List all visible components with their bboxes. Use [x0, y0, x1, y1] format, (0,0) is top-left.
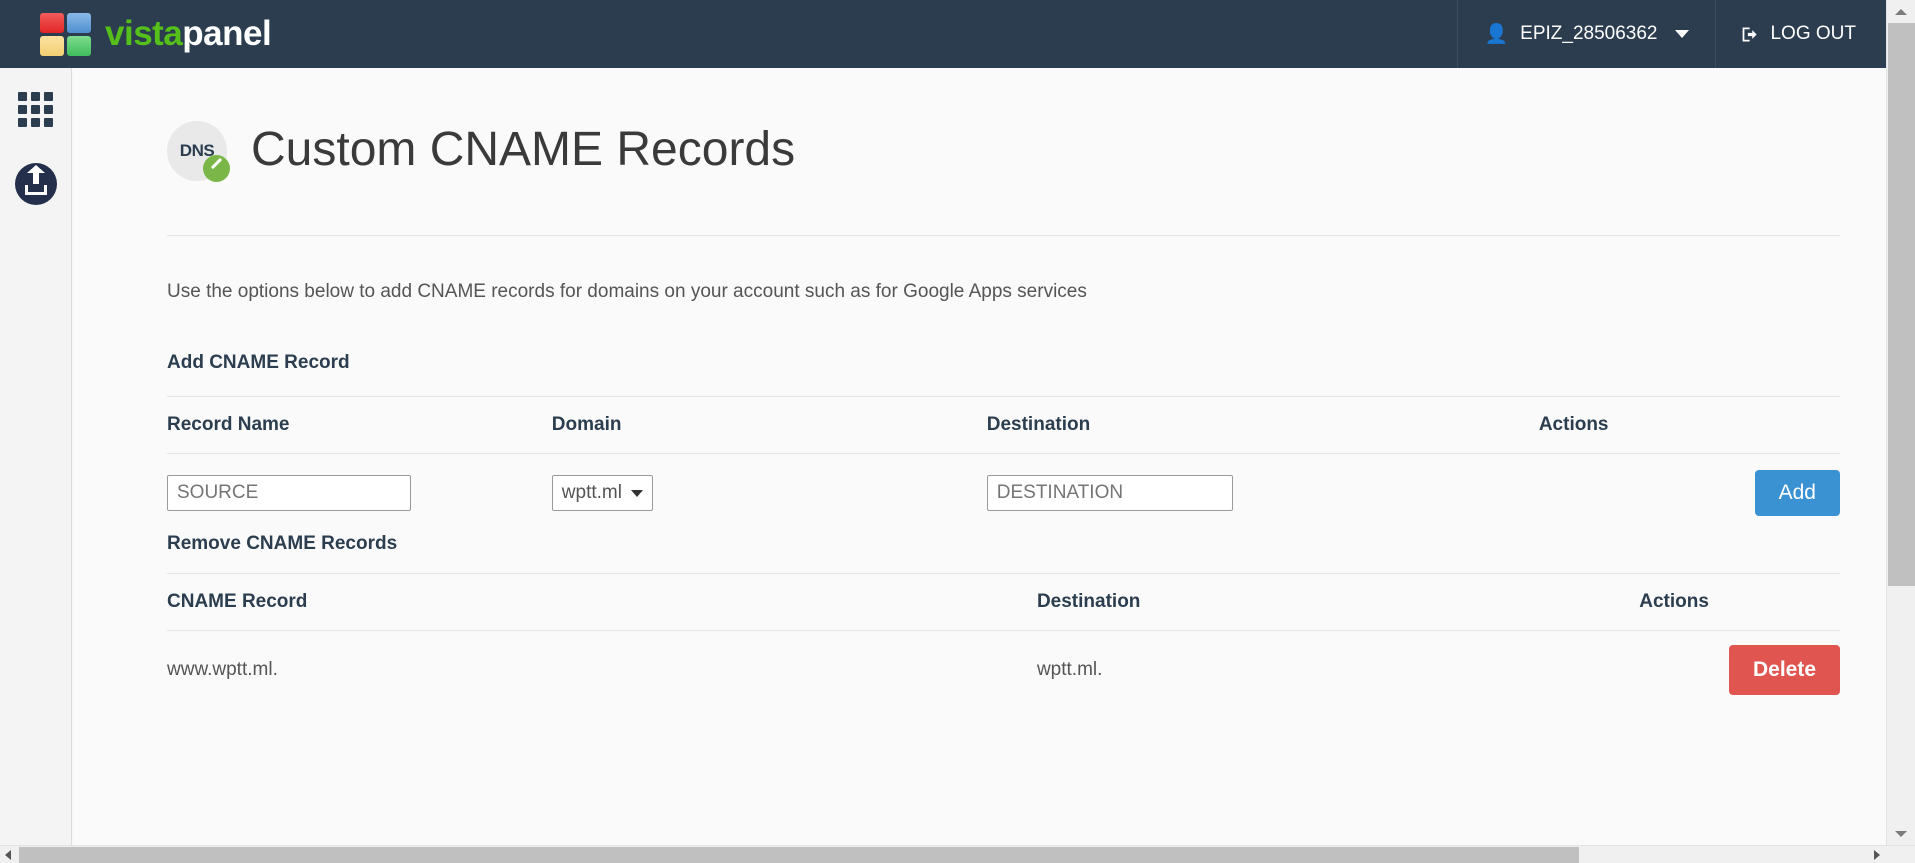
cell-record-name	[167, 454, 552, 533]
logout-button[interactable]: LOG OUT	[1715, 0, 1886, 68]
brand-logo[interactable]: vistapanel	[0, 0, 271, 68]
grid-dot	[18, 92, 27, 101]
record-name-input[interactable]	[167, 475, 411, 511]
destination-input[interactable]	[987, 475, 1233, 511]
dns-icon: DNS	[167, 121, 227, 181]
cell-destination	[987, 454, 1539, 533]
logo-square-yellow	[40, 36, 64, 56]
remove-section-title: Remove CNAME Records	[167, 533, 1840, 555]
main-content: DNS Custom CNAME Records Use the options…	[73, 68, 1886, 845]
user-icon: 👤	[1484, 25, 1508, 44]
brand-panel: panel	[182, 14, 271, 53]
brand-vista: vista	[105, 14, 182, 53]
cell-delete-action: Delete	[1639, 631, 1840, 710]
chevron-down-icon	[1675, 30, 1689, 38]
vertical-scrollbar[interactable]	[1886, 0, 1915, 845]
page-description: Use the options below to add CNAME recor…	[167, 255, 1840, 303]
domain-select-value: wptt.ml	[562, 482, 622, 504]
table-row: www.wptt.ml. wptt.ml. Delete	[167, 631, 1840, 710]
scrollbar-corner	[1886, 846, 1915, 863]
upload-tray	[25, 185, 47, 195]
scroll-left-arrow-icon[interactable]	[0, 846, 18, 863]
top-bar: vistapanel 👤 EPIZ_28506362 LOG OUT	[0, 0, 1886, 68]
logout-label: LOG OUT	[1770, 23, 1856, 45]
logo-square-red	[40, 13, 64, 33]
scroll-right-arrow-icon[interactable]	[1868, 846, 1886, 863]
upload-arrow	[33, 172, 39, 184]
header-remove-actions: Actions	[1639, 574, 1840, 631]
grid-dot	[18, 118, 27, 127]
remove-cname-table: CNAME Record Destination Actions www.wpt…	[167, 573, 1840, 710]
header-record-name: Record Name	[167, 397, 552, 454]
add-section-title: Add CNAME Record	[167, 322, 1840, 374]
logout-icon	[1740, 24, 1761, 45]
page-header: DNS Custom CNAME Records	[167, 68, 1840, 209]
header-domain: Domain	[552, 397, 987, 454]
header-cname-record: CNAME Record	[167, 574, 1037, 631]
scroll-up-arrow-icon[interactable]	[1887, 0, 1915, 22]
grid-dot	[31, 105, 40, 114]
top-bar-right: 👤 EPIZ_28506362 LOG OUT	[1457, 0, 1886, 68]
horizontal-scroll-thumb[interactable]	[19, 847, 1579, 863]
horizontal-scrollbar[interactable]	[0, 845, 1915, 863]
edit-pencil-icon	[203, 155, 230, 182]
cell-domain: wptt.ml	[552, 454, 987, 533]
user-menu-label: EPIZ_28506362	[1520, 23, 1657, 45]
brand-wordmark: vistapanel	[105, 14, 271, 54]
app-root: vistapanel 👤 EPIZ_28506362 LOG OUT	[0, 0, 1915, 863]
vertical-scroll-thumb[interactable]	[1888, 23, 1915, 586]
remove-table-header-row: CNAME Record Destination Actions	[167, 574, 1840, 631]
add-cname-table: Record Name Domain Destination Actions w…	[167, 396, 1840, 533]
cell-add-action: Add	[1539, 454, 1840, 533]
header-actions: Actions	[1539, 397, 1840, 454]
vistapanel-logo-icon	[40, 13, 91, 56]
header-remove-destination: Destination	[1037, 574, 1639, 631]
scroll-down-arrow-icon[interactable]	[1887, 823, 1915, 845]
delete-button[interactable]: Delete	[1729, 645, 1840, 695]
grid-dot	[31, 118, 40, 127]
page-title: Custom CNAME Records	[251, 124, 795, 177]
grid-dot	[44, 118, 53, 127]
add-table-header-row: Record Name Domain Destination Actions	[167, 397, 1840, 454]
logo-square-green	[67, 36, 91, 56]
add-button[interactable]: Add	[1755, 470, 1840, 516]
apps-grid-icon[interactable]	[18, 92, 53, 127]
cell-record-destination: wptt.ml.	[1037, 631, 1639, 710]
add-cname-form-row: wptt.ml Add	[167, 454, 1840, 533]
header-divider	[167, 235, 1840, 236]
logo-square-blue	[67, 13, 91, 33]
cell-cname-record: www.wptt.ml.	[167, 631, 1037, 710]
grid-dot	[31, 92, 40, 101]
user-menu[interactable]: 👤 EPIZ_28506362	[1457, 0, 1715, 68]
domain-select[interactable]: wptt.ml	[552, 475, 653, 511]
chevron-down-icon	[631, 490, 643, 497]
sidebar	[0, 68, 72, 845]
header-destination: Destination	[987, 397, 1539, 454]
grid-dot	[18, 105, 27, 114]
grid-dot	[44, 92, 53, 101]
grid-dot	[44, 105, 53, 114]
upload-icon[interactable]	[15, 163, 57, 205]
